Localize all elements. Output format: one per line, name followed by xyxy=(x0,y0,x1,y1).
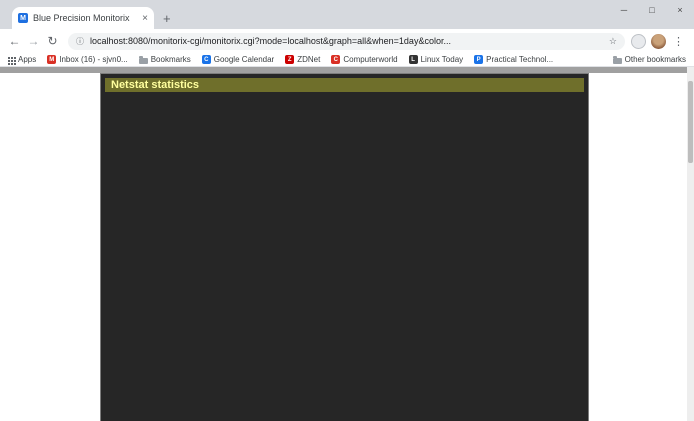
bookmark-label: Linux Today xyxy=(421,55,464,64)
address-bar[interactable]: ⓘ localhost:8080/monitorix-cgi/monitorix… xyxy=(68,33,625,50)
scrollbar-thumb[interactable] xyxy=(688,81,693,163)
bookmark-label: Apps xyxy=(18,55,36,64)
graphs-right-column xyxy=(412,96,584,417)
url-text[interactable]: localhost:8080/monitorix-cgi/monitorix.c… xyxy=(90,36,603,46)
browser-menu-icon[interactable]: ⋮ xyxy=(673,35,684,48)
profile-avatar[interactable] xyxy=(651,34,666,49)
other-bookmarks-label: Other bookmarks xyxy=(625,55,686,64)
window-maximize-button[interactable]: □ xyxy=(638,0,666,20)
bookmark-item[interactable]: LLinux Today xyxy=(409,55,464,64)
bookmark-label: Practical Technol... xyxy=(486,55,553,64)
browser-toolbar: ← → ↻ ⓘ localhost:8080/monitorix-cgi/mon… xyxy=(0,29,694,53)
back-button[interactable]: ← xyxy=(5,34,24,48)
bookmark-star-icon[interactable]: ☆ xyxy=(609,36,617,47)
extension-icon[interactable] xyxy=(631,34,646,49)
bookmark-label: Inbox (16) - sjvn0... xyxy=(59,55,127,64)
bookmark-item[interactable]: CComputerworld xyxy=(331,55,397,64)
tab-title: Blue Precision Monitorix xyxy=(33,13,138,23)
bookmark-label: Google Calendar xyxy=(214,55,274,64)
reload-button[interactable]: ↻ xyxy=(43,34,62,48)
bookmark-item[interactable]: MInbox (16) - sjvn0... xyxy=(47,55,127,64)
window-close-button[interactable]: × xyxy=(666,0,694,20)
bookmark-label: Computerworld xyxy=(343,55,397,64)
bookmark-label: ZDNet xyxy=(297,55,320,64)
page-content: Netstat statistics xyxy=(0,67,694,421)
page-scrollbar[interactable] xyxy=(687,67,694,421)
folder-icon xyxy=(139,58,148,64)
new-tab-button[interactable]: + xyxy=(163,11,171,26)
graphs-columns xyxy=(105,96,584,417)
bookmark-item[interactable]: Apps xyxy=(8,55,36,64)
bookmarks-bar: AppsMInbox (16) - sjvn0...BookmarksCGoog… xyxy=(0,53,694,67)
bookmark-item[interactable]: ZZDNet xyxy=(285,55,320,64)
page-info-icon[interactable]: ⓘ xyxy=(76,36,84,47)
bookmark-item[interactable]: Bookmarks xyxy=(139,55,191,64)
tab-favicon-icon: M xyxy=(18,13,28,23)
graphs-left-column xyxy=(105,96,407,417)
bookmark-item[interactable]: CGoogle Calendar xyxy=(202,55,274,64)
window-controls: ─ □ × xyxy=(610,0,694,20)
section-title: Netstat statistics xyxy=(105,78,584,92)
zdnet-icon: Z xyxy=(285,55,294,64)
linux-today-icon: L xyxy=(409,55,418,64)
gmail-icon: M xyxy=(47,55,56,64)
forward-button[interactable]: → xyxy=(24,34,43,48)
other-bookmarks[interactable]: Other bookmarks xyxy=(613,55,686,64)
apps-grid-icon xyxy=(8,57,10,59)
practical-tech-icon: P xyxy=(474,55,483,64)
monitorix-panel: Netstat statistics xyxy=(100,73,589,421)
tab-strip: M Blue Precision Monitorix × + ─ □ × xyxy=(0,0,694,29)
calendar-icon: C xyxy=(202,55,211,64)
window-minimize-button[interactable]: ─ xyxy=(610,0,638,20)
computerworld-icon: C xyxy=(331,55,340,64)
bookmark-item[interactable]: PPractical Technol... xyxy=(474,55,553,64)
bookmark-label: Bookmarks xyxy=(151,55,191,64)
browser-tab[interactable]: M Blue Precision Monitorix × xyxy=(12,7,154,29)
tab-close-icon[interactable]: × xyxy=(142,13,148,24)
folder-icon xyxy=(613,58,622,64)
bookmarks-items: AppsMInbox (16) - sjvn0...BookmarksCGoog… xyxy=(8,55,564,64)
